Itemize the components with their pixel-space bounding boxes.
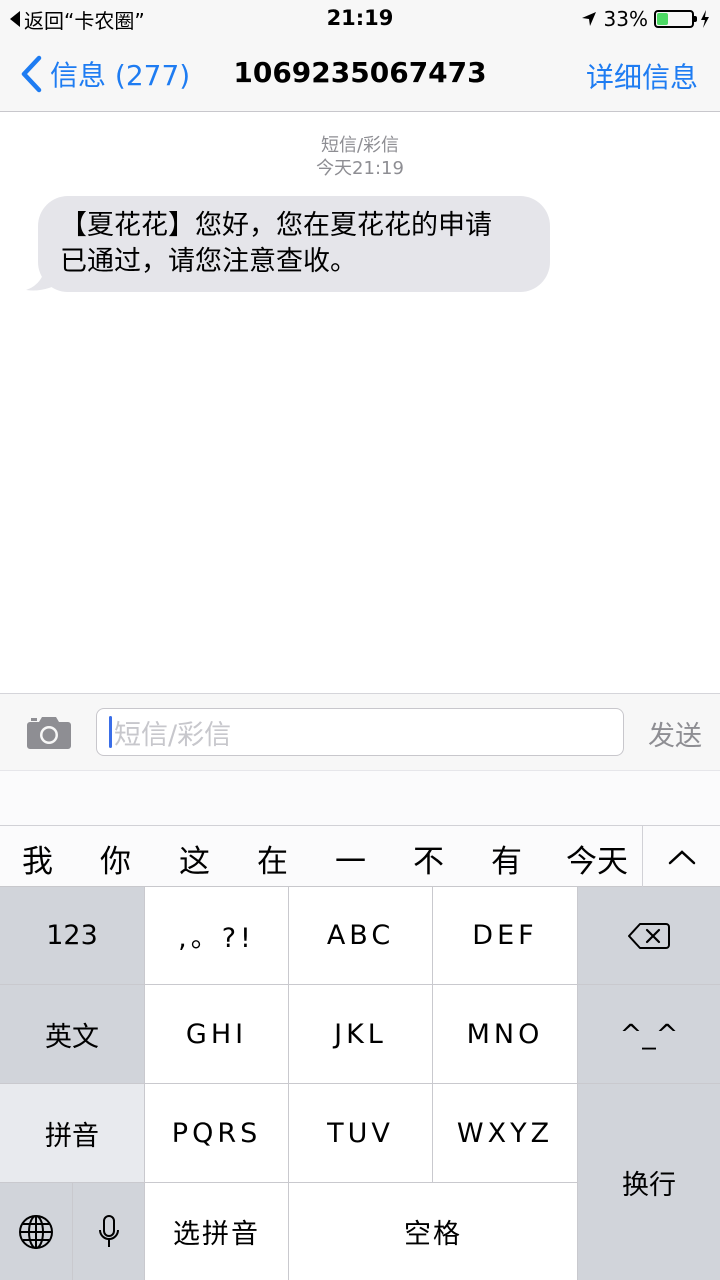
battery-icon — [654, 10, 697, 28]
status-indicators: 33% — [580, 5, 710, 33]
key-numbers[interactable]: 123 — [0, 887, 145, 985]
key-return[interactable]: 换行 — [578, 1084, 720, 1280]
key-delete[interactable] — [578, 887, 720, 985]
candidate-bar: 我 你 这 在 一 不 有 今天 — [0, 825, 720, 888]
candidate-word[interactable]: 我 — [22, 836, 53, 881]
message-text-line-2: 已通过，请您注意查收。 — [60, 246, 357, 277]
key-abc[interactable]: ABC — [289, 887, 433, 985]
chevron-left-icon — [21, 55, 42, 93]
send-button[interactable]: 发送 — [648, 714, 702, 753]
key-jkl[interactable]: JKL — [289, 985, 433, 1084]
candidate-word[interactable]: 不 — [413, 836, 444, 881]
key-select-pinyin[interactable]: 选拼音 — [145, 1183, 289, 1280]
candidate-word[interactable]: 在 — [257, 836, 288, 881]
status-bar: 返回“卡农圈” 21:19 33% — [0, 0, 720, 40]
candidate-word[interactable]: 你 — [100, 836, 131, 881]
location-arrow-icon — [581, 12, 596, 26]
key-tuv[interactable]: TUV — [289, 1084, 433, 1183]
globe-icon — [19, 1214, 53, 1249]
expand-candidates-button[interactable] — [642, 826, 720, 888]
candidate-word[interactable]: 一 — [335, 836, 366, 881]
backspace-icon — [628, 922, 670, 949]
back-button[interactable]: 信息 (277) — [20, 52, 190, 96]
text-cursor — [109, 716, 112, 748]
battery-fill — [657, 13, 669, 25]
key-pinyin[interactable]: 拼音 — [0, 1084, 145, 1183]
key-mno[interactable]: MNO — [433, 985, 578, 1084]
battery-percent: 33% — [603, 7, 648, 31]
thread-header: 短信/彩信 今天21:19 — [0, 134, 720, 180]
candidate-word[interactable]: 这 — [179, 836, 210, 881]
message-input[interactable]: 短信/彩信 — [96, 708, 624, 756]
key-def[interactable]: DEF — [433, 887, 578, 985]
message-type-label: 短信/彩信 — [320, 135, 400, 156]
key-wxyz[interactable]: WXYZ — [433, 1084, 578, 1183]
key-globe[interactable] — [0, 1183, 73, 1280]
chevron-up-icon — [668, 850, 695, 865]
key-emoticon[interactable]: ^_^ — [578, 985, 720, 1084]
key-space[interactable]: 空格 — [289, 1183, 578, 1280]
navigation-bar: 信息 (277) 1069235067473 详细信息 — [0, 40, 720, 112]
keyboard: 123 ,。?! ABC DEF 英文 GHI JKL MNO ^_^ 拼音 P… — [0, 887, 720, 1280]
camera-icon[interactable] — [26, 714, 72, 750]
key-pqrs[interactable]: PQRS — [145, 1084, 289, 1183]
back-button-label: 信息 (277) — [50, 59, 191, 92]
composer-bar: 短信/彩信 发送 — [0, 693, 720, 770]
details-button[interactable]: 详细信息 — [586, 56, 698, 96]
key-dictation[interactable] — [73, 1183, 145, 1280]
message-input-placeholder: 短信/彩信 — [114, 719, 232, 751]
candidate-word[interactable]: 今天 — [566, 836, 628, 881]
candidate-word[interactable]: 有 — [491, 836, 522, 881]
key-ghi[interactable]: GHI — [145, 985, 289, 1084]
key-english[interactable]: 英文 — [0, 985, 145, 1084]
keyboard-accessory-area — [0, 770, 720, 825]
key-punctuation[interactable]: ,。?! — [145, 887, 289, 985]
incoming-message-bubble[interactable]: 【夏花花】您好，您在夏花花的申请 已通过，请您注意查收。 — [38, 196, 550, 292]
message-timestamp: 今天21:19 — [316, 158, 404, 179]
message-text-line-1: 【夏花花】您好，您在夏花花的申请 — [60, 210, 492, 241]
charging-bolt-icon — [701, 10, 709, 28]
microphone-icon — [98, 1214, 119, 1247]
